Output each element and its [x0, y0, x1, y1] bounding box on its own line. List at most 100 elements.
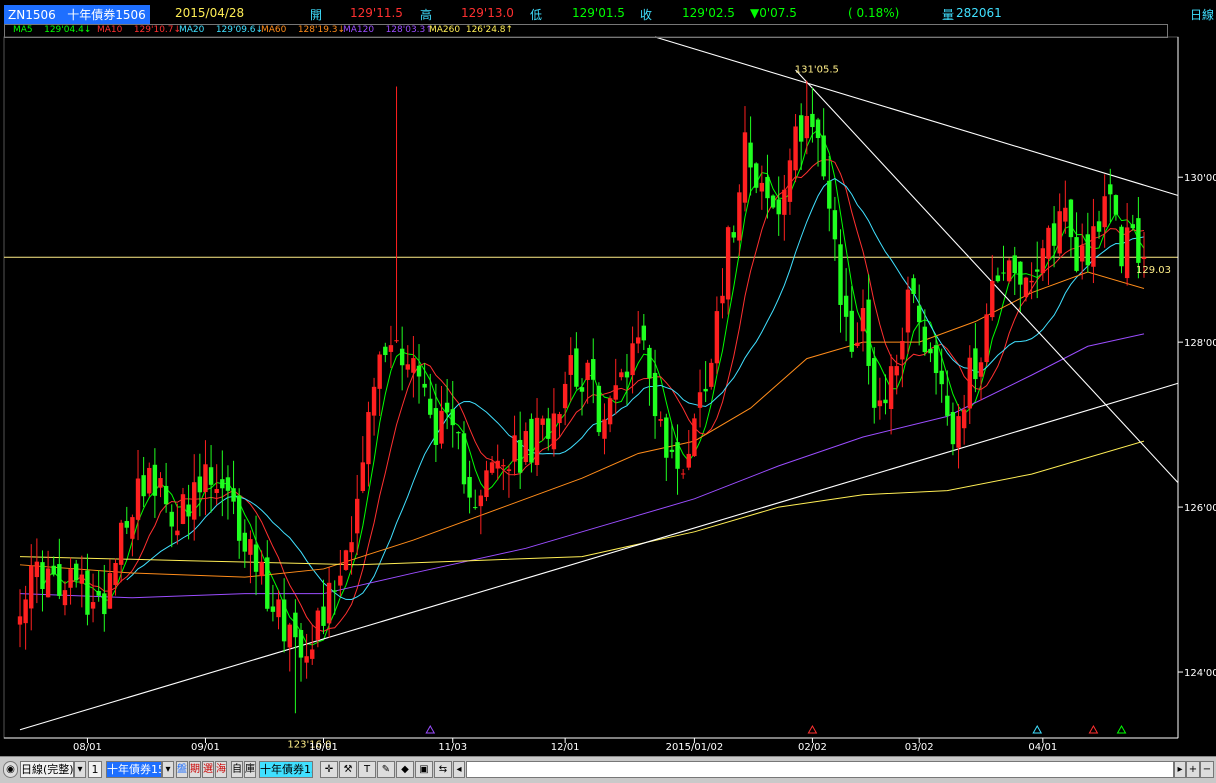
- horizontal-scrollbar[interactable]: [466, 761, 1174, 778]
- candle-body: [1108, 184, 1113, 195]
- close-label: 收: [640, 8, 653, 22]
- x-tick-label: 09/01: [191, 742, 220, 753]
- candle-body: [546, 418, 551, 439]
- candle-body: [636, 337, 641, 344]
- candle-body: [169, 511, 174, 527]
- frame-icon[interactable]: ▣: [415, 761, 433, 778]
- candle-body: [276, 599, 281, 618]
- symbol-field[interactable]: 十年債券1506: [106, 761, 162, 778]
- candle-body: [394, 340, 399, 342]
- count-input[interactable]: 1: [88, 761, 102, 778]
- candlestick-chart[interactable]: 131'05.5123'16.0129.03 124'00.126'00.128…: [0, 0, 1216, 782]
- candle-body: [130, 517, 135, 539]
- tab-custom[interactable]: 自: [231, 761, 243, 778]
- symbol-label[interactable]: ZN1506 十年債券1506: [4, 5, 150, 24]
- wrench-icon[interactable]: ⚒: [339, 761, 357, 778]
- ma-line-ma20: [126, 177, 1145, 601]
- tab-options[interactable]: 選: [202, 761, 214, 778]
- candle-body: [388, 345, 394, 352]
- trendline-3[interactable]: [795, 69, 1179, 483]
- crosshair-icon[interactable]: ✛: [320, 761, 338, 778]
- candle-body: [1023, 277, 1029, 297]
- candle-body: [501, 465, 506, 467]
- trendline-2[interactable]: [654, 36, 1178, 196]
- candle-body: [467, 476, 472, 498]
- open-label: 開: [310, 8, 323, 22]
- high-price: 129'13.0: [461, 6, 514, 20]
- signal-marker: [1116, 724, 1127, 734]
- high-annotation: 131'05.5: [795, 65, 839, 76]
- candle-body: [754, 163, 759, 188]
- candle-body: [613, 385, 618, 400]
- scroll-right-icon[interactable]: ▸: [1174, 761, 1186, 778]
- candle-body: [765, 176, 770, 199]
- candle-body: [287, 624, 292, 648]
- candle-body: [310, 649, 315, 659]
- close-price: 129'02.5: [682, 6, 735, 20]
- zoom-in-icon[interactable]: +: [1186, 761, 1200, 778]
- candle-body: [366, 412, 371, 465]
- eye-icon[interactable]: ◉: [3, 761, 18, 778]
- candle-body: [574, 348, 579, 387]
- tab-futures[interactable]: 期: [189, 761, 201, 778]
- symbol-dropdown-icon[interactable]: ▾: [162, 761, 174, 778]
- quote-date: 2015/04/28: [175, 6, 245, 20]
- candle-body: [405, 364, 410, 370]
- candle-body: [827, 180, 832, 209]
- period-dropdown-icon[interactable]: ▾: [74, 761, 86, 778]
- candle-body: [793, 126, 798, 171]
- symbol-chip[interactable]: 十年債券1506: [259, 761, 313, 778]
- change-percent: ( 0.18%): [848, 6, 900, 20]
- candle-body: [113, 562, 118, 586]
- candle-body: [720, 295, 725, 304]
- x-tick-label: 03/02: [905, 742, 934, 753]
- period-label[interactable]: 日線: [1190, 6, 1214, 23]
- candle-body: [293, 612, 298, 638]
- text-tool-icon[interactable]: T: [358, 761, 376, 778]
- candle-body: [945, 395, 950, 416]
- period-select[interactable]: 日線(完整): [20, 761, 74, 778]
- candle-body: [911, 278, 916, 295]
- zoom-out-icon[interactable]: −: [1200, 761, 1214, 778]
- candle-body: [141, 475, 146, 497]
- candle-body: [1141, 257, 1147, 260]
- candle-body: [1096, 221, 1102, 232]
- tab-pan[interactable]: 盤: [176, 761, 188, 778]
- candle-body: [1046, 227, 1051, 259]
- high-label: 高: [420, 8, 433, 22]
- candle-body: [23, 599, 28, 624]
- candle-body: [45, 568, 51, 598]
- candle-body: [152, 464, 158, 496]
- candle-body: [737, 192, 742, 241]
- candle-body: [619, 372, 624, 378]
- candle-body: [158, 478, 163, 488]
- arrows-icon[interactable]: ⇆: [434, 761, 452, 778]
- eraser-icon[interactable]: ◆: [396, 761, 414, 778]
- candle-body: [607, 398, 613, 425]
- candle-body: [860, 308, 866, 332]
- candle-body: [74, 563, 79, 581]
- candle-body: [298, 630, 304, 658]
- tab-library[interactable]: 庫: [244, 761, 256, 778]
- tab-overseas[interactable]: 海: [215, 761, 227, 778]
- candle-body: [759, 182, 765, 192]
- candle-body: [703, 388, 708, 392]
- candle-body: [1136, 218, 1141, 263]
- candle-body: [647, 347, 652, 379]
- y-tick-label: 128'00.: [1184, 338, 1216, 349]
- candle-body: [326, 582, 332, 624]
- candle-body: [748, 142, 753, 168]
- candle-body: [79, 574, 85, 584]
- volume-label: 量: [942, 8, 955, 22]
- candle-body: [51, 565, 56, 575]
- candle-body: [984, 314, 989, 363]
- y-tick-label: 124'00.: [1184, 668, 1216, 679]
- candle-body: [433, 408, 439, 445]
- candle-body: [461, 433, 467, 485]
- candle-body: [1040, 248, 1046, 274]
- candle-body: [787, 160, 793, 202]
- pencil-icon[interactable]: ✎: [377, 761, 395, 778]
- candle-body: [1012, 255, 1017, 274]
- scroll-left-icon[interactable]: ◂: [453, 761, 465, 778]
- candle-body: [377, 354, 382, 389]
